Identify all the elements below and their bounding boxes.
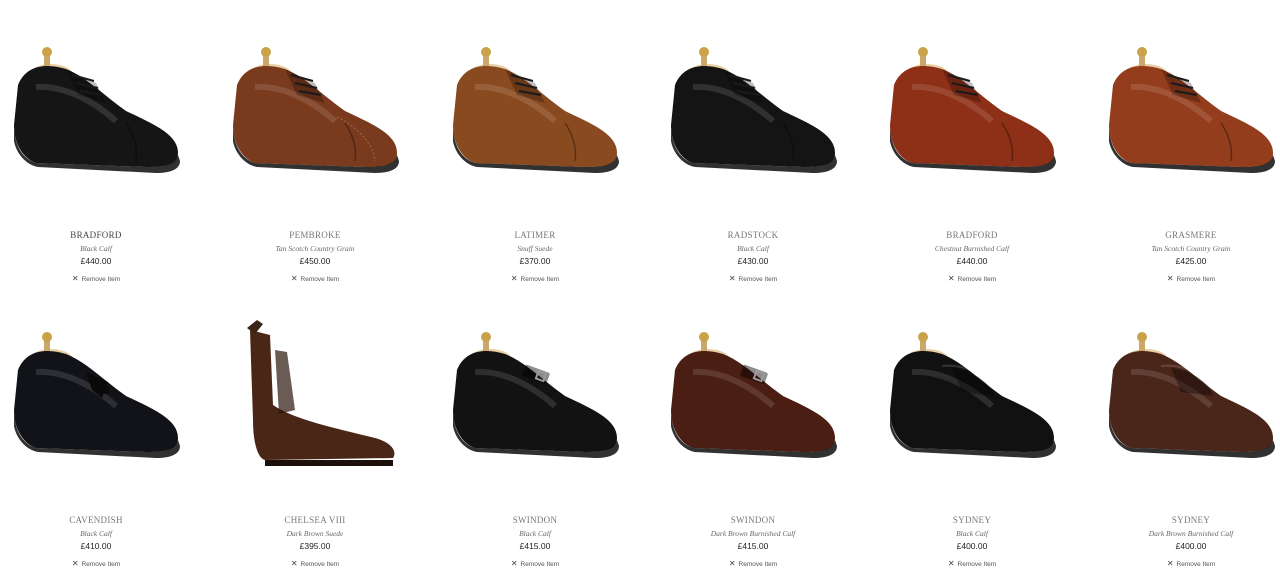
remove-item-label[interactable]: Remove Item [521, 561, 560, 568]
product-image[interactable] [6, 25, 186, 195]
product-material: Dark Brown Burnished Calf [1148, 529, 1234, 538]
remove-item-label[interactable]: Remove Item [739, 276, 778, 283]
product-material: Dark Brown Burnished Calf [710, 529, 796, 538]
product-material: Black Calf [956, 529, 988, 538]
product-price: £410.00 [80, 541, 112, 551]
product-card[interactable]: SWINDON Dark Brown Burnished Calf £415.0… [663, 310, 843, 570]
remove-item-label[interactable]: Remove Item [958, 561, 997, 568]
close-icon[interactable]: ✕ [1167, 559, 1174, 568]
remove-item-link[interactable]: ✕ Remove Item [663, 559, 843, 568]
product-image[interactable] [6, 310, 186, 480]
wishlist-grid: BRADFORD Black Calf £440.00 ✕ Remove Item… [0, 0, 1280, 568]
product-image[interactable] [663, 310, 843, 480]
remove-item-link[interactable]: ✕ Remove Item [882, 274, 1062, 283]
product-card[interactable]: SYDNEY Black Calf £400.00 ✕ Remove Item [882, 310, 1062, 570]
product-image[interactable] [445, 25, 625, 195]
product-card[interactable]: RADSTOCK Black Calf £430.00 ✕ Remove Item [663, 25, 843, 285]
product-card[interactable]: SWINDON Black Calf £415.00 ✕ Remove Item [445, 310, 625, 570]
product-card[interactable]: LATIMER Snuff Suede £370.00 ✕ Remove Item [445, 25, 625, 285]
close-icon[interactable]: ✕ [72, 274, 79, 283]
product-name[interactable]: BRADFORD [6, 230, 186, 240]
product-name[interactable]: SYDNEY [882, 515, 1062, 525]
product-name[interactable]: CHELSEA VIII [225, 515, 405, 525]
product-name[interactable]: CAVENDISH [6, 515, 186, 525]
remove-item-link[interactable]: ✕ Remove Item [6, 559, 186, 568]
product-image[interactable] [445, 310, 625, 480]
product-price: £400.00 [1175, 541, 1207, 551]
product-image[interactable] [1101, 25, 1280, 195]
product-image[interactable] [1101, 310, 1280, 480]
close-icon[interactable]: ✕ [291, 559, 298, 568]
close-icon[interactable]: ✕ [291, 274, 298, 283]
product-name[interactable]: SYDNEY [1101, 515, 1280, 525]
product-price: £415.00 [519, 541, 551, 551]
remove-item-label[interactable]: Remove Item [82, 276, 121, 283]
product-material: Black Calf [737, 244, 769, 253]
close-icon[interactable]: ✕ [729, 559, 736, 568]
product-image[interactable] [225, 25, 405, 195]
remove-item-link[interactable]: ✕ Remove Item [225, 274, 405, 283]
remove-item-label[interactable]: Remove Item [82, 561, 121, 568]
remove-item-label[interactable]: Remove Item [1177, 561, 1216, 568]
product-image[interactable] [882, 25, 1062, 195]
product-name[interactable]: PEMBROKE [225, 230, 405, 240]
product-material: Black Calf [519, 529, 551, 538]
product-material: Tan Scotch Country Grain [275, 244, 355, 253]
product-material: Snuff Suede [517, 244, 553, 253]
product-price: £395.00 [299, 541, 331, 551]
remove-item-link[interactable]: ✕ Remove Item [1101, 274, 1280, 283]
product-card[interactable]: CAVENDISH Black Calf £410.00 ✕ Remove Ite… [6, 310, 186, 570]
product-material: Chestnut Burnished Calf [934, 244, 1010, 253]
product-card[interactable]: BRADFORD Black Calf £440.00 ✕ Remove Item [6, 25, 186, 285]
close-icon[interactable]: ✕ [948, 274, 955, 283]
product-card[interactable]: SYDNEY Dark Brown Burnished Calf £400.00… [1101, 310, 1280, 570]
remove-item-link[interactable]: ✕ Remove Item [445, 274, 625, 283]
product-image[interactable] [882, 310, 1062, 480]
product-price: £440.00 [80, 256, 112, 266]
close-icon[interactable]: ✕ [511, 559, 518, 568]
product-image[interactable] [663, 25, 843, 195]
product-name[interactable]: SWINDON [663, 515, 843, 525]
remove-item-link[interactable]: ✕ Remove Item [6, 274, 186, 283]
remove-item-link[interactable]: ✕ Remove Item [882, 559, 1062, 568]
product-material: Tan Scotch Country Grain [1151, 244, 1231, 253]
product-price: £400.00 [956, 541, 988, 551]
product-price: £450.00 [299, 256, 331, 266]
product-card[interactable]: PEMBROKE Tan Scotch Country Grain £450.0… [225, 25, 405, 285]
product-card[interactable]: BRADFORD Chestnut Burnished Calf £440.00… [882, 25, 1062, 285]
remove-item-label[interactable]: Remove Item [301, 276, 340, 283]
remove-item-label[interactable]: Remove Item [521, 276, 560, 283]
product-material: Black Calf [80, 529, 112, 538]
product-price: £440.00 [956, 256, 988, 266]
product-material: Black Calf [80, 244, 112, 253]
product-name[interactable]: LATIMER [445, 230, 625, 240]
close-icon[interactable]: ✕ [1167, 274, 1174, 283]
remove-item-label[interactable]: Remove Item [739, 561, 778, 568]
remove-item-link[interactable]: ✕ Remove Item [445, 559, 625, 568]
product-name[interactable]: GRASMERE [1101, 230, 1280, 240]
close-icon[interactable]: ✕ [511, 274, 518, 283]
remove-item-label[interactable]: Remove Item [958, 276, 997, 283]
product-material: Dark Brown Suede [286, 529, 344, 538]
product-price: £425.00 [1175, 256, 1207, 266]
close-icon[interactable]: ✕ [729, 274, 736, 283]
product-price: £415.00 [737, 541, 769, 551]
product-name[interactable]: RADSTOCK [663, 230, 843, 240]
remove-item-link[interactable]: ✕ Remove Item [1101, 559, 1280, 568]
product-image[interactable] [225, 310, 405, 480]
close-icon[interactable]: ✕ [948, 559, 955, 568]
close-icon[interactable]: ✕ [72, 559, 79, 568]
remove-item-link[interactable]: ✕ Remove Item [225, 559, 405, 568]
product-price: £430.00 [737, 256, 769, 266]
product-price: £370.00 [519, 256, 551, 266]
remove-item-label[interactable]: Remove Item [301, 561, 340, 568]
product-name[interactable]: SWINDON [445, 515, 625, 525]
product-card[interactable]: CHELSEA VIII Dark Brown Suede £395.00 ✕ R… [225, 310, 405, 570]
remove-item-label[interactable]: Remove Item [1177, 276, 1216, 283]
product-name[interactable]: BRADFORD [882, 230, 1062, 240]
remove-item-link[interactable]: ✕ Remove Item [663, 274, 843, 283]
product-card[interactable]: GRASMERE Tan Scotch Country Grain £425.0… [1101, 25, 1280, 285]
